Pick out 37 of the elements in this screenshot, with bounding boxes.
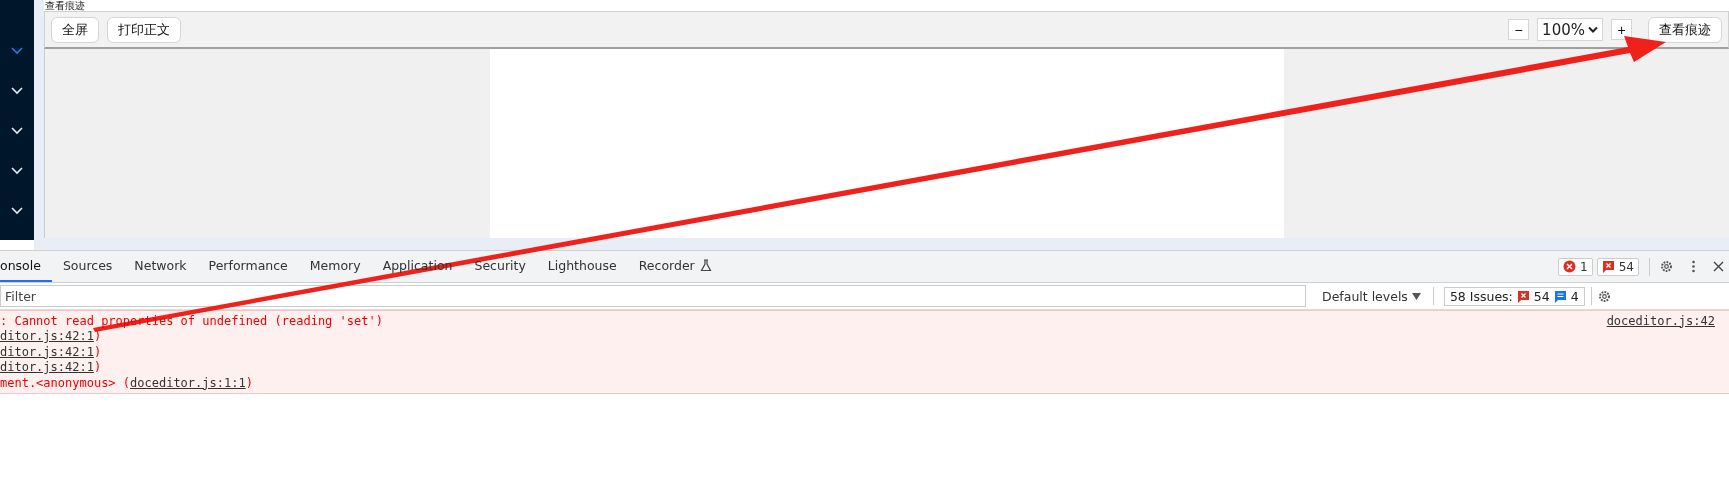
- devtools-tab[interactable]: Recorder: [627, 251, 723, 282]
- source-link[interactable]: ditor.js:42:1: [0, 329, 94, 344]
- devtools-tab[interactable]: Performance: [197, 251, 299, 282]
- zoom-in-button[interactable]: +: [1611, 19, 1632, 40]
- settings-icon[interactable]: [1660, 260, 1673, 273]
- close-icon[interactable]: [1712, 260, 1725, 273]
- zoom-select[interactable]: 100%: [1537, 18, 1603, 41]
- error-count-badge[interactable]: 1: [1558, 257, 1593, 276]
- caret-icon: [1588, 25, 1598, 34]
- error-text: ): [93, 329, 102, 344]
- devtools-tab[interactable]: Sources: [51, 251, 124, 282]
- devtools-tab[interactable]: Network: [123, 251, 198, 282]
- toolbar-button[interactable]: 打印正文: [107, 16, 181, 43]
- devtools-tab[interactable]: Lighthouse: [536, 251, 628, 282]
- source-link[interactable]: ditor.js:42:1: [0, 344, 94, 359]
- devtools-tab[interactable]: onsole: [0, 251, 52, 282]
- error-text: ): [245, 375, 253, 390]
- log-levels-dropdown[interactable]: Default levels: [1316, 288, 1427, 304]
- caret-icon: [1411, 292, 1421, 300]
- toolbar-button[interactable]: 全屏: [51, 16, 99, 43]
- issue-count-badge[interactable]: 54: [1596, 257, 1639, 276]
- error-flag-icon: [1516, 289, 1530, 303]
- devtools-tab[interactable]: Memory: [298, 251, 372, 282]
- message-icon: [1553, 289, 1567, 303]
- devtools-tab[interactable]: Security: [463, 251, 537, 282]
- source-link[interactable]: ditor.js:42:1: [0, 360, 94, 375]
- zoom-out-button[interactable]: −: [1508, 19, 1530, 40]
- error-text: ment.<anonymous> (: [0, 375, 131, 390]
- filter-field[interactable]: Filter: [0, 285, 1306, 307]
- source-link[interactable]: doceditor.js:1:1: [130, 375, 246, 390]
- page-title: 查看痕迹: [44, 0, 86, 11]
- issues-counter[interactable]: 58 Issues: 54 4: [1443, 286, 1585, 306]
- error-text: ): [93, 344, 102, 359]
- view-revisions-button[interactable]: 查看痕迹: [1648, 16, 1722, 43]
- source-link[interactable]: doceditor.js:42: [1606, 313, 1715, 328]
- settings-icon[interactable]: [1597, 289, 1611, 303]
- error-text: ): [93, 360, 102, 375]
